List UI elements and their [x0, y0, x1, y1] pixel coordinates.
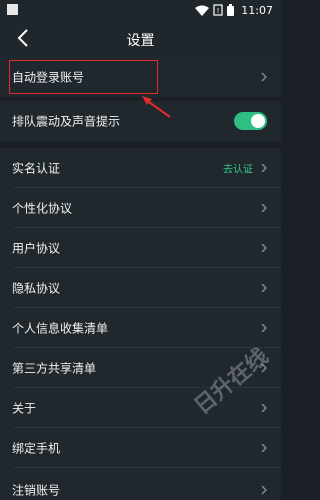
chevron-right-icon [261, 243, 267, 253]
chevron-right-icon [261, 283, 267, 293]
chevron-right-icon [261, 485, 267, 495]
third-party-label: 第三方共享清单 [12, 361, 97, 376]
settings-row-personalization[interactable]: 个性化协议 [0, 188, 281, 228]
chevron-right-icon [261, 443, 267, 453]
cancel-account-label: 注销账号 [12, 483, 61, 498]
chevron-right-icon [261, 163, 267, 173]
clock: 11:07 [241, 3, 273, 17]
chevron-right-icon [261, 403, 267, 413]
toggle-knob [251, 114, 265, 128]
settings-row-user-agreement[interactable]: 用户协议 [0, 228, 281, 268]
settings-row-real-name[interactable]: 实名认证 去认证 [0, 148, 281, 188]
personal-info-label: 个人信息收集清单 [12, 321, 109, 336]
user-agreement-label: 用户协议 [12, 241, 61, 256]
notification-square-icon [7, 4, 18, 15]
queue-vibration-toggle[interactable] [234, 112, 267, 130]
title-bar: 设置 [0, 20, 281, 57]
real-name-status: 去认证 [223, 164, 253, 176]
bind-phone-label: 绑定手机 [12, 441, 61, 456]
chevron-right-icon [261, 203, 267, 213]
settings-row-cancel-account[interactable]: 注销账号 [0, 468, 281, 500]
status-bar: ! 11:07 [0, 0, 281, 20]
real-name-label: 实名认证 [12, 161, 61, 176]
chevron-right-icon [261, 323, 267, 333]
settings-row-bind-phone[interactable]: 绑定手机 [0, 428, 281, 468]
privacy-label: 隐私协议 [12, 281, 61, 296]
sim-icon: ! [213, 4, 223, 16]
settings-row-about[interactable]: 关于 [0, 388, 281, 428]
about-label: 关于 [12, 401, 37, 416]
queue-vibration-label: 排队震动及声音提示 [12, 114, 121, 129]
wifi-icon [195, 5, 210, 16]
personalization-label: 个性化协议 [12, 201, 73, 216]
page-title: 设置 [126, 33, 155, 49]
chevron-right-icon [261, 72, 267, 82]
settings-row-personal-info[interactable]: 个人信息收集清单 [0, 308, 281, 348]
svg-text:!: ! [217, 7, 220, 15]
annotation-arrow-icon [142, 96, 171, 118]
battery-icon [227, 4, 235, 16]
settings-row-privacy[interactable]: 隐私协议 [0, 268, 281, 308]
annotation-highlight-box [9, 60, 158, 94]
